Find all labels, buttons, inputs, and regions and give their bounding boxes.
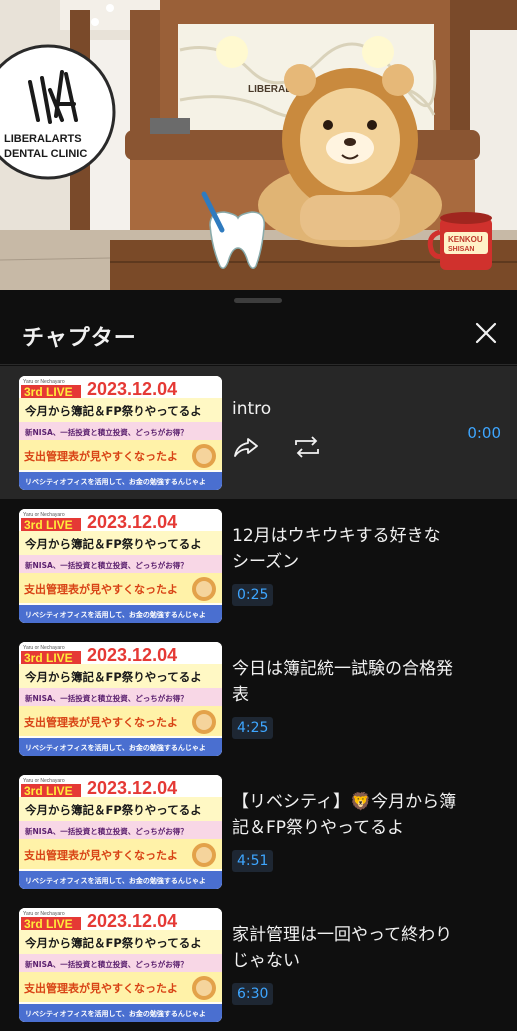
chapter-thumbnail[interactable]: Yaru or Nechayaro 3rd LIVE 2023.12.04 今月…: [19, 775, 222, 889]
thumbnail-line4: リベシティオフィスを活用して、お金の勉強するんじゃよ: [25, 743, 206, 752]
thumbnail-badge: 3rd LIVE: [24, 784, 73, 798]
thumbnail-image: Yaru or Nechayaro 3rd LIVE 2023.12.04 今月…: [19, 908, 222, 1022]
clinic-logo-line2: DENTAL CLINIC: [4, 148, 87, 160]
chapter-title: intro: [232, 399, 272, 419]
share-button[interactable]: [232, 434, 260, 460]
thumbnail-line1: 今月から簿記＆FP祭りやってるよ: [24, 404, 202, 418]
chapter-actions: [232, 434, 332, 460]
thumbnail-line1: 今月から簿記＆FP祭りやってるよ: [24, 537, 202, 551]
chapter-timestamp[interactable]: 6:30: [232, 983, 274, 1005]
thumbnail-image: Yaru or Nechayaro 3rd LIVE 2023.12.04 今月…: [19, 376, 222, 490]
chapter-item[interactable]: Yaru or Nechayaro 3rd LIVE 2023.12.04 今月…: [0, 499, 517, 632]
thumbnail-date: 2023.12.04: [87, 645, 177, 665]
drag-handle[interactable]: [234, 298, 282, 303]
chapter-timestamp[interactable]: 0:00: [467, 422, 501, 444]
thumbnail-date: 2023.12.04: [87, 512, 177, 532]
chapter-thumbnail[interactable]: Yaru or Nechayaro 3rd LIVE 2023.12.04 今月…: [19, 642, 222, 756]
thumbnail-line1: 今月から簿記＆FP祭りやってるよ: [24, 803, 202, 817]
video-frame: LIBERAL LIBERALARTS DENTAL CLINIC KENKOU…: [0, 0, 517, 290]
video-player[interactable]: LIBERAL LIBERALARTS DENTAL CLINIC KENKOU…: [0, 0, 517, 290]
thumbnail-line3: 支出管理表が見やすくなったよ: [23, 449, 178, 463]
clinic-logo-line1: LIBERALARTS: [4, 133, 82, 145]
chapter-timestamp[interactable]: 4:25: [232, 717, 274, 739]
wall-sign: LIBERAL: [248, 84, 291, 95]
thumbnail-line3: 支出管理表が見やすくなったよ: [23, 981, 178, 995]
thumbnail-image: Yaru or Nechayaro 3rd LIVE 2023.12.04 今月…: [19, 642, 222, 756]
chapter-timestamp[interactable]: 4:51: [232, 850, 274, 872]
thumbnail-date: 2023.12.04: [87, 911, 177, 931]
share-icon: [234, 438, 258, 457]
chapter-item[interactable]: Yaru or Nechayaro 3rd LIVE 2023.12.04 今月…: [0, 366, 517, 499]
chapter-thumbnail[interactable]: Yaru or Nechayaro 3rd LIVE 2023.12.04 今月…: [19, 908, 222, 1022]
chapter-title: 【リベシティ】🦁今月から簿記＆FP祭りやってるよ: [232, 792, 457, 838]
thumbnail-badge: 3rd LIVE: [24, 518, 73, 532]
chapter-thumbnail[interactable]: Yaru or Nechayaro 3rd LIVE 2023.12.04 今月…: [19, 376, 222, 490]
thumbnail-line4: リベシティオフィスを活用して、お金の勉強するんじゃよ: [25, 610, 206, 619]
chapters-panel: チャプター Yaru or Nechayaro 3rd LIVE 2023.12…: [0, 290, 517, 1024]
thumbnail-badge: 3rd LIVE: [24, 917, 73, 931]
thumbnail-date: 2023.12.04: [87, 778, 177, 798]
thumbnail-line2: 新NISA、一括投資と積立投資、どっちがお得？: [25, 560, 188, 570]
thumbnail-date: 2023.12.04: [87, 379, 177, 399]
panel-title: チャプター: [22, 326, 137, 351]
thumbnail-image: Yaru or Nechayaro 3rd LIVE 2023.12.04 今月…: [19, 509, 222, 623]
chapters-header: チャプター: [0, 304, 517, 364]
header-divider: [0, 364, 517, 365]
thumbnail-line2: 新NISA、一括投資と積立投資、どっちがお得？: [25, 693, 188, 703]
mug-text2: SHISAN: [448, 246, 474, 253]
thumbnail-image: Yaru or Nechayaro 3rd LIVE 2023.12.04 今月…: [19, 775, 222, 889]
thumbnail-line4: リベシティオフィスを活用して、お金の勉強するんじゃよ: [25, 1009, 206, 1018]
chapter-item[interactable]: Yaru or Nechayaro 3rd LIVE 2023.12.04 今月…: [0, 632, 517, 765]
thumbnail-line3: 支出管理表が見やすくなったよ: [23, 582, 178, 596]
thumbnail-line3: 支出管理表が見やすくなったよ: [23, 715, 178, 729]
loop-button[interactable]: [292, 434, 322, 460]
thumbnail-line2: 新NISA、一括投資と積立投資、どっちがお得？: [25, 427, 188, 437]
chapter-title: 12月はウキウキする好きなシーズン: [232, 526, 441, 572]
chapter-title: 家計管理は一回やって終わりじゃない: [232, 925, 453, 971]
close-icon: [475, 322, 497, 344]
chapter-item[interactable]: Yaru or Nechayaro 3rd LIVE 2023.12.04 今月…: [0, 765, 517, 898]
thumbnail-line4: リベシティオフィスを活用して、お金の勉強するんじゃよ: [25, 876, 206, 885]
thumbnail-line2: 新NISA、一括投資と積立投資、どっちがお得？: [25, 959, 188, 969]
thumbnail-line1: 今月から簿記＆FP祭りやってるよ: [24, 936, 202, 950]
thumbnail-line1: 今月から簿記＆FP祭りやってるよ: [24, 670, 202, 684]
chapter-timestamp[interactable]: 0:25: [232, 584, 274, 606]
chapter-thumbnail[interactable]: Yaru or Nechayaro 3rd LIVE 2023.12.04 今月…: [19, 509, 222, 623]
thumbnail-badge: 3rd LIVE: [24, 651, 73, 665]
chapter-title: 今日は簿記統一試験の合格発表: [232, 659, 453, 705]
thumbnail-line4: リベシティオフィスを活用して、お金の勉強するんじゃよ: [25, 477, 206, 486]
thumbnail-line2: 新NISA、一括投資と積立投資、どっちがお得？: [25, 826, 188, 836]
chapter-item[interactable]: Yaru or Nechayaro 3rd LIVE 2023.12.04 今月…: [0, 898, 517, 1031]
close-button[interactable]: [471, 318, 501, 348]
thumbnail-line3: 支出管理表が見やすくなったよ: [23, 848, 178, 862]
loop-icon: [295, 436, 319, 458]
mug-text1: KENKOU: [448, 235, 483, 244]
thumbnail-badge: 3rd LIVE: [24, 385, 73, 399]
